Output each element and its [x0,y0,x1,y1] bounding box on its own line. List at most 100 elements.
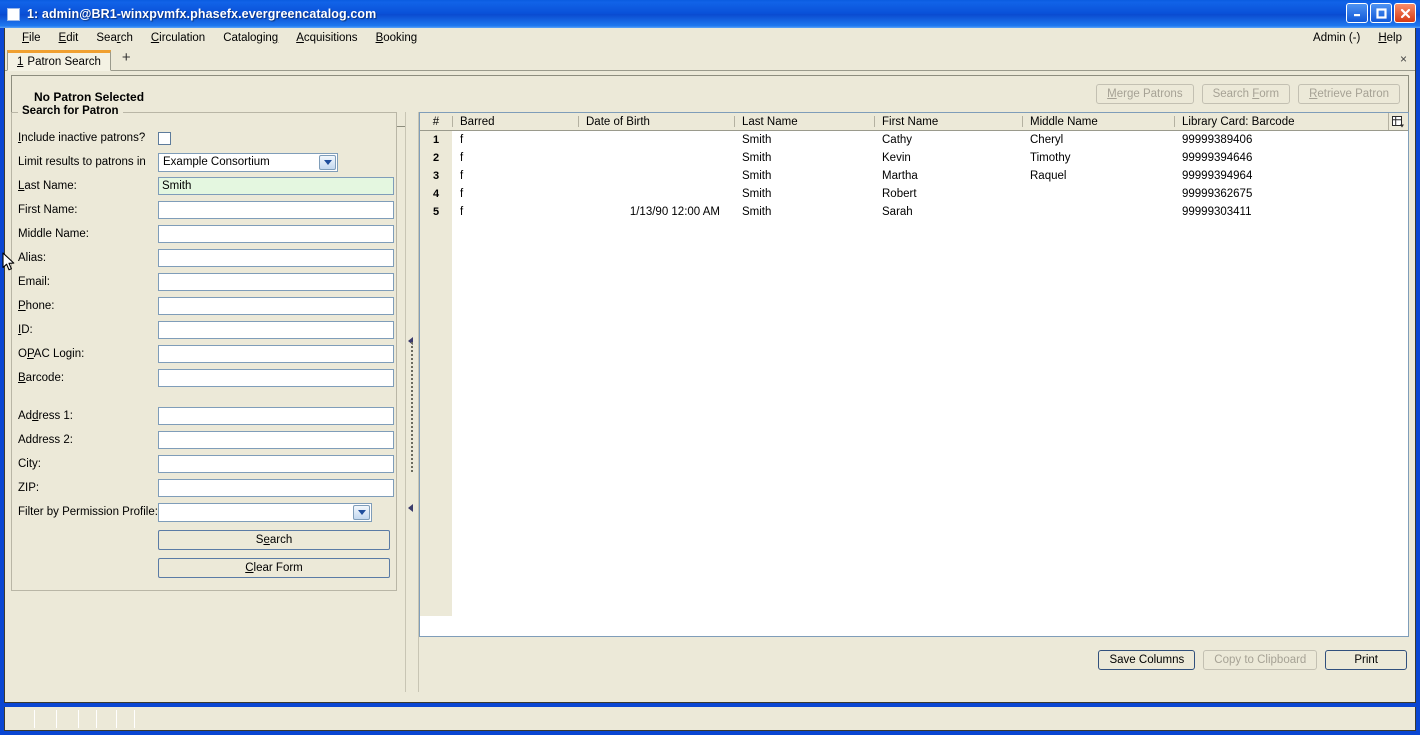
patron-status-label: No Patron Selected [34,90,145,104]
email-input[interactable] [158,273,394,291]
col-header-middle-name[interactable]: Middle Name [1022,113,1174,131]
menu-help[interactable]: Help [1369,30,1411,46]
collapse-left-arrow-icon-2[interactable] [408,504,413,512]
permission-profile-select[interactable] [158,502,372,522]
cell-barred: f [460,206,464,218]
tab-patron-search[interactable]: 1 Patron Search [7,50,111,71]
address-1-input[interactable] [158,407,394,425]
col-header-num[interactable]: # [420,113,452,131]
city-input[interactable] [158,455,394,473]
title-bar: 1: admin@BR1-winxpvmfx.phasefx.evergreen… [0,0,1420,28]
cell-barcode: 99999362675 [1182,188,1253,200]
menu-acquisitions[interactable]: Acquisitions [287,30,366,46]
mouse-cursor [2,252,16,275]
menu-file[interactable]: File [13,30,50,46]
col-header-barcode-label: Library Card: Barcode [1182,115,1295,128]
copy-to-clipboard-button[interactable]: Copy to Clipboard [1203,650,1318,670]
cell-middle-name [1022,185,1174,203]
cell-first-name: Cathy [882,134,913,146]
cell-last-name: Smith [742,134,772,146]
col-header-first-name[interactable]: First Name [874,113,1022,131]
row-opac-login: OPAC Login: [12,342,396,366]
row-first-name: First Name: [12,198,396,222]
maximize-button[interactable] [1370,3,1392,23]
cell-first-name: Robert [882,188,917,200]
menu-circulation[interactable]: Circulation [142,30,214,46]
table-row[interactable]: 2 f Smith Kevin Timothy 99999394646 [420,149,1408,167]
col-header-dob[interactable]: Date of Birth [578,113,734,131]
menu-admin[interactable]: Admin (-) [1304,30,1369,46]
print-button[interactable]: Print [1325,650,1407,670]
cell-first-name: Sarah [882,206,913,218]
chevron-down-icon[interactable] [319,154,336,170]
cell-middle-name: Timothy [1030,152,1071,164]
table-row[interactable]: 4 f Smith Robert 99999362675 [420,185,1408,203]
clear-form-button[interactable]: Clear Form [158,558,390,578]
include-inactive-checkbox[interactable] [158,131,171,145]
new-tab-button[interactable]: + [117,47,136,70]
last-name-input[interactable] [158,177,394,195]
menu-bar-right: Admin (-) Help [1304,28,1411,48]
row-include-inactive: Include inactive patrons? [12,126,396,150]
col-header-barcode[interactable]: Library Card: Barcode [1174,113,1408,131]
address-2-label: Address 2: [18,434,73,446]
col-header-last-name[interactable]: Last Name [734,113,874,131]
email-label: Email: [18,276,50,288]
cell-barcode: 99999389406 [1182,134,1253,146]
row-limit-results: Limit results to patrons in Example Cons… [12,150,396,174]
table-row[interactable]: 5 f 1/13/90 12:00 AM Smith Sarah 9999930… [420,203,1408,221]
col-header-barred[interactable]: Barred [452,113,578,131]
search-button[interactable]: Se arch [158,530,390,550]
barcode-label: Barcode: [18,372,65,384]
cell-dob [578,149,734,167]
menu-search[interactable]: Search [87,30,141,46]
limit-results-select[interactable]: Example Consortium [158,152,338,172]
barcode-input[interactable] [158,369,394,387]
last-name-label: Last Name: [18,180,77,192]
tab-label: Patron Search [27,55,101,68]
permission-profile-label: Filter by Permission Profile: [18,506,158,518]
cell-barred: f [460,170,464,182]
results-body: 1 f Smith Cathy Cheryl 99999389406 2 f S… [420,130,1408,616]
cell-barcode: 99999303411 [1182,206,1252,218]
column-picker-icon[interactable] [1388,113,1408,130]
cell-barred: f [460,152,464,164]
row-id: ID: [12,318,396,342]
alias-label: Alias: [18,252,47,264]
search-form-button[interactable]: Search Form [1201,84,1291,104]
minimize-button[interactable] [1346,3,1368,23]
zip-input[interactable] [158,479,394,497]
splitter-grip[interactable] [411,342,413,472]
address-2-input[interactable] [158,431,394,449]
cell-dob [578,131,734,150]
window-icon [7,7,20,21]
status-segment [35,710,57,728]
table-row[interactable]: 1 f Smith Cathy Cheryl 99999389406 [420,130,1408,150]
phone-input[interactable] [158,297,394,315]
cell-barcode: 99999394964 [1182,170,1253,182]
merge-patrons-button[interactable]: Merge Patrons [1096,84,1194,104]
alias-input[interactable] [158,249,394,267]
address-1-label: Address 1: [18,410,73,422]
close-tab-button[interactable]: × [1400,52,1407,66]
filler-num [420,221,452,616]
pane-splitter[interactable] [405,112,419,692]
menu-edit[interactable]: Edit [50,30,88,46]
cell-barcode: 99999394646 [1182,152,1253,164]
middle-name-input[interactable] [158,225,394,243]
chevron-down-icon[interactable] [353,504,370,520]
menu-booking[interactable]: Booking [367,30,427,46]
save-columns-button[interactable]: Save Columns [1098,650,1196,670]
close-button[interactable] [1394,3,1416,23]
table-row[interactable]: 3 f Smith Martha Raquel 99999394964 [420,167,1408,185]
cell-last-name: Smith [742,188,772,200]
retrieve-patron-button[interactable]: Retrieve Patron [1298,84,1400,104]
window-title: 1: admin@BR1-winxpvmfx.phasefx.evergreen… [27,7,377,21]
first-name-input[interactable] [158,201,394,219]
cell-last-name: Smith [742,206,772,218]
filler-cells [452,221,1408,616]
opac-login-input[interactable] [158,345,394,363]
menu-cataloging[interactable]: Cataloging [214,30,287,46]
id-input[interactable] [158,321,394,339]
middle-name-label: Middle Name: [18,228,89,240]
